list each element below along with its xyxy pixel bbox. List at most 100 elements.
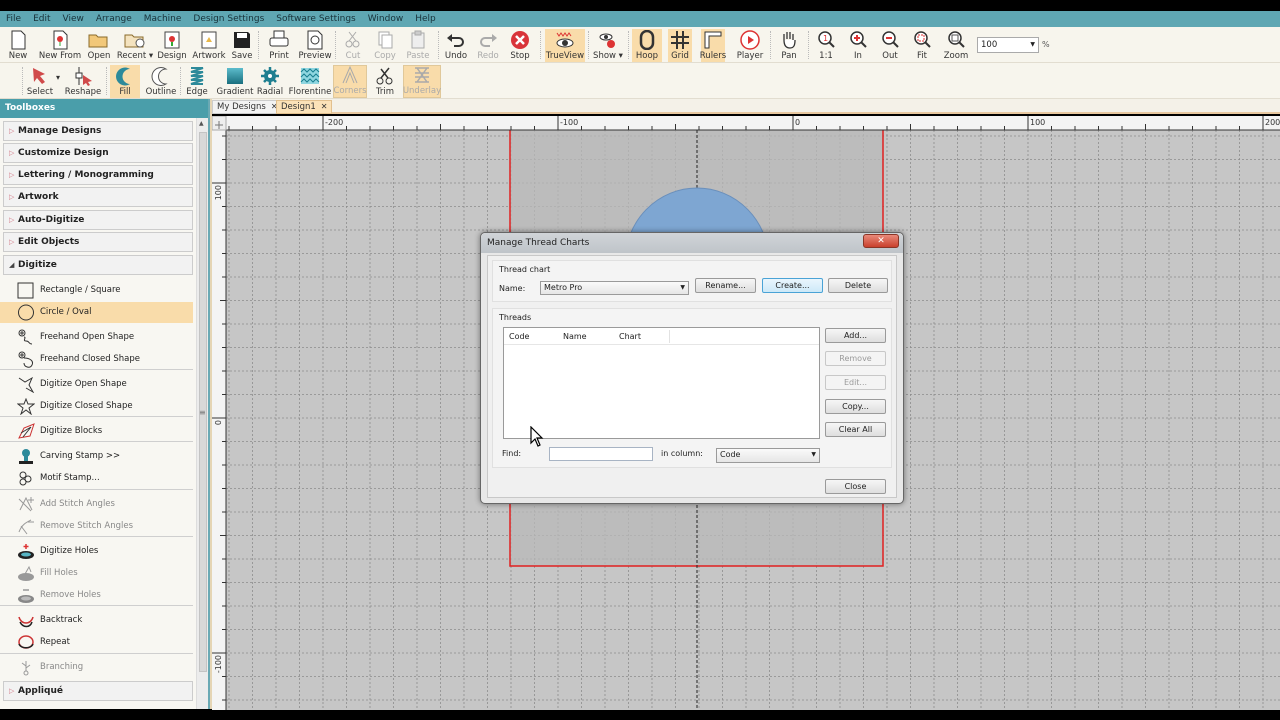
- digitize-tool-digitize-blocks[interactable]: Digitize Blocks: [0, 421, 193, 442]
- tab-design1[interactable]: Design1 ✕: [276, 100, 333, 114]
- toolbar-florentine-button[interactable]: Florentine: [289, 65, 331, 98]
- rename-button[interactable]: Rename...: [695, 278, 756, 293]
- toolbar-underlay-button[interactable]: Underlay: [403, 65, 441, 98]
- menu-design-settings[interactable]: Design Settings: [187, 14, 270, 24]
- toolbox-section-applique[interactable]: ▷ Appliqué: [3, 681, 193, 701]
- in-column-select[interactable]: Code ▼: [716, 448, 820, 463]
- toolbar-radial-button[interactable]: Radial: [256, 65, 284, 98]
- toolbar-fill-button[interactable]: Fill: [110, 65, 140, 98]
- toolbar-design-button[interactable]: Design: [157, 29, 187, 62]
- toolbox-section-edit-objects[interactable]: ▷ Edit Objects: [3, 232, 193, 252]
- toolbox-section-digitize[interactable]: ◢ Digitize: [3, 255, 193, 275]
- column-header-chart[interactable]: Chart: [619, 332, 641, 341]
- toolbar-paste-button[interactable]: Paste: [406, 29, 430, 62]
- digitize-tool-backtrack[interactable]: Backtrack: [0, 610, 193, 631]
- toolbar-copy-button[interactable]: Copy: [374, 29, 396, 62]
- digitize-tool-branching[interactable]: Branching: [0, 657, 193, 678]
- digitize-tool-carving-stamp[interactable]: Carving Stamp >>: [0, 446, 193, 467]
- remove-thread-button[interactable]: Remove: [825, 351, 886, 366]
- digitize-tool-motif-stamp[interactable]: Motif Stamp...: [0, 468, 193, 489]
- digitize-tool-digitize-open-shape[interactable]: Digitize Open Shape: [0, 374, 193, 395]
- toolbar-trueview-button[interactable]: TrueView: [545, 29, 585, 62]
- column-header-name[interactable]: Name: [563, 332, 587, 341]
- create-button[interactable]: Create...: [762, 278, 823, 293]
- menu-file[interactable]: File: [0, 14, 27, 24]
- toolbar-stop-button[interactable]: Stop: [508, 29, 532, 62]
- digitize-tool-circle-oval[interactable]: Circle / Oval: [0, 302, 193, 323]
- toolbar-zoom-1-1-button[interactable]: 1 1:1: [815, 29, 837, 62]
- digitize-tool-digitize-holes[interactable]: Digitize Holes: [0, 541, 193, 562]
- close-tab-icon[interactable]: ✕: [321, 102, 328, 111]
- toolbar-pan-button[interactable]: Pan: [776, 29, 802, 62]
- toolbar-preview-button[interactable]: Preview: [298, 29, 332, 62]
- toolbar-save-button[interactable]: Save: [230, 29, 254, 62]
- toolbar-show-button[interactable]: Show ▾: [593, 29, 623, 62]
- menu-arrange[interactable]: Arrange: [90, 14, 138, 24]
- toolbar-grid-button[interactable]: Grid: [668, 29, 692, 62]
- clear-all-button[interactable]: Clear All: [825, 422, 886, 437]
- add-thread-button[interactable]: Add...: [825, 328, 886, 343]
- toolbar-zoom-out-button[interactable]: Out: [879, 29, 901, 62]
- toolbox-section-auto-digitize[interactable]: ▷ Auto-Digitize: [3, 210, 193, 230]
- menu-machine[interactable]: Machine: [138, 14, 188, 24]
- digitize-tool-add-stitch-angles[interactable]: Add Stitch Angles: [0, 494, 193, 515]
- dialog-close-x-button[interactable]: ✕: [863, 234, 899, 248]
- toolbar-hoop-button[interactable]: Hoop: [632, 29, 662, 62]
- toolbox-section-customize-design[interactable]: ▷ Customize Design: [3, 143, 193, 163]
- toolbar-edge-button[interactable]: Edge: [184, 65, 210, 98]
- toolbar-outline-button[interactable]: Outline: [144, 65, 178, 98]
- toolbar-zoom-button[interactable]: Zoom: [943, 29, 969, 62]
- toolbox-section-artwork[interactable]: ▷ Artwork: [3, 187, 193, 207]
- toolbar-zoom-in-button[interactable]: In: [847, 29, 869, 62]
- digitize-tool-freehand-closed-shape[interactable]: Freehand Closed Shape: [0, 349, 193, 370]
- digitize-tool-repeat[interactable]: Repeat: [0, 632, 193, 653]
- find-input[interactable]: [549, 447, 653, 461]
- threads-list[interactable]: Code Name Chart: [503, 327, 820, 439]
- column-divider[interactable]: [669, 330, 670, 343]
- new-file-icon: [7, 30, 29, 50]
- scroll-up-icon[interactable]: ▲: [199, 120, 204, 127]
- delete-button[interactable]: Delete: [828, 278, 888, 293]
- thread-chart-name-select[interactable]: Metro Pro ▼: [540, 281, 689, 295]
- toolbar-corners-button[interactable]: Corners: [333, 65, 367, 98]
- digitize-tool-fill-holes[interactable]: Fill Holes: [0, 563, 193, 584]
- column-header-code[interactable]: Code: [509, 332, 529, 341]
- menu-window[interactable]: Window: [362, 14, 410, 24]
- dialog-title-bar[interactable]: Manage Thread Charts: [481, 233, 903, 253]
- toolbox-section-lettering-monogramming[interactable]: ▷ Lettering / Monogramming: [3, 165, 193, 185]
- toolbar-artwork-button[interactable]: Artwork: [192, 29, 226, 62]
- toolbar-redo-button[interactable]: Redo: [476, 29, 500, 62]
- toolbar-select-button[interactable]: Select: [24, 65, 56, 98]
- tab-my-designs[interactable]: My Designs ✕: [212, 100, 283, 114]
- menu-edit[interactable]: Edit: [27, 14, 56, 24]
- toolbar-gradient-button[interactable]: Gradient: [216, 65, 254, 98]
- digitize-tool-digitize-closed-shape[interactable]: Digitize Closed Shape: [0, 396, 193, 417]
- toolbar-trim-button[interactable]: Trim: [371, 65, 399, 98]
- menu-software-settings[interactable]: Software Settings: [270, 14, 361, 24]
- toolbar-new-from-button[interactable]: New From: [38, 29, 82, 62]
- close-button[interactable]: Close: [825, 479, 886, 494]
- zoom-level-combo[interactable]: 100 ▼: [977, 37, 1039, 53]
- toolbar-undo-button[interactable]: Undo: [444, 29, 468, 62]
- toolbar-zoom-fit-button[interactable]: Fit: [911, 29, 933, 62]
- toolbar-new-button[interactable]: New: [6, 29, 30, 62]
- digitize-tool-remove-stitch-angles[interactable]: Remove Stitch Angles: [0, 516, 193, 537]
- menu-view[interactable]: View: [57, 14, 90, 24]
- toolbox-section-manage-designs[interactable]: ▷ Manage Designs: [3, 121, 193, 141]
- copy-thread-button[interactable]: Copy...: [825, 399, 886, 414]
- toolbar-open-button[interactable]: Open: [87, 29, 111, 62]
- digitize-tool-rectangle-square[interactable]: Rectangle / Square: [0, 280, 193, 301]
- digitize-tool-freehand-open-shape[interactable]: Freehand Open Shape: [0, 327, 193, 348]
- toolbar-rulers-button[interactable]: Rulers: [700, 29, 726, 62]
- select-dropdown-icon[interactable]: ▾: [56, 73, 60, 82]
- toolbar-cut-button[interactable]: Cut: [343, 29, 363, 62]
- toolbar-recent-button[interactable]: Recent ▾: [117, 29, 153, 62]
- toolbar-player-button[interactable]: Player: [735, 29, 765, 62]
- menu-help[interactable]: Help: [409, 14, 442, 24]
- toolbar-print-button[interactable]: Print: [266, 29, 292, 62]
- edit-thread-button[interactable]: Edit...: [825, 375, 886, 390]
- toolboxes-scrollbar[interactable]: ▲ ≡: [196, 118, 208, 709]
- toolbar-reshape-button[interactable]: Reshape: [64, 65, 102, 98]
- scrollbar-thumb[interactable]: [199, 132, 207, 672]
- digitize-tool-remove-holes[interactable]: Remove Holes: [0, 585, 193, 606]
